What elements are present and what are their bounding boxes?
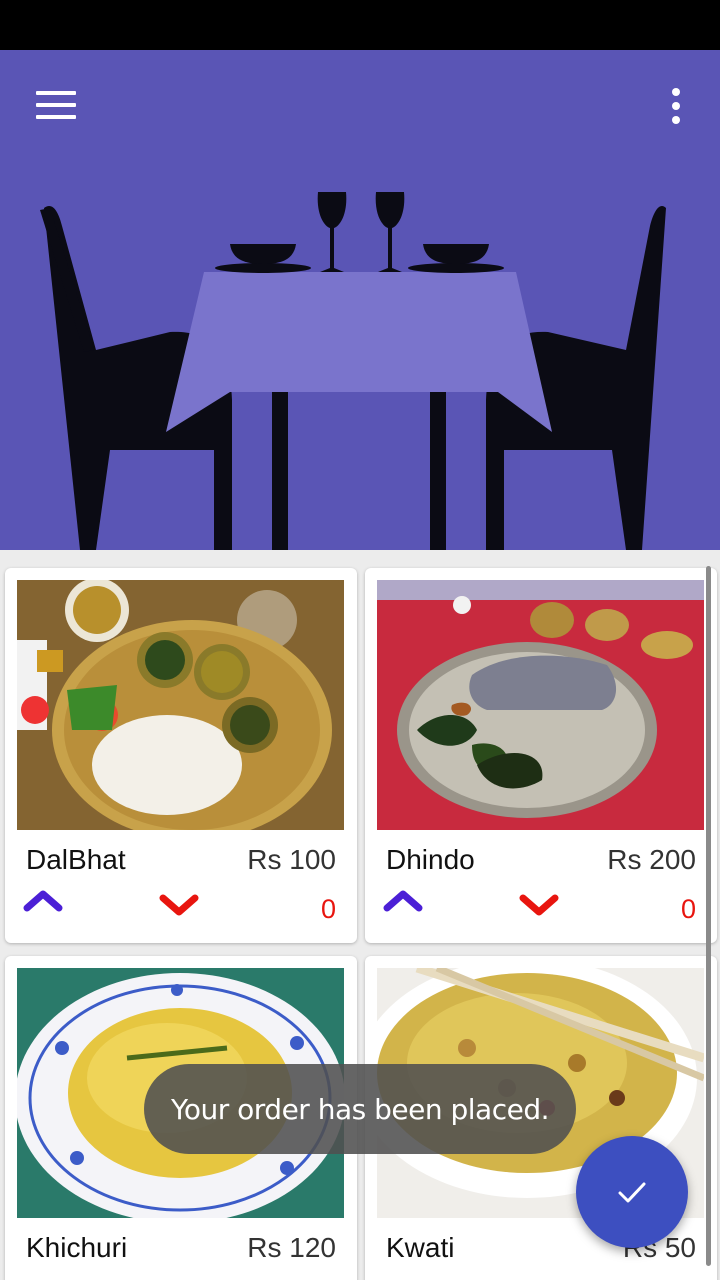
item-quantity: 0 (320, 894, 336, 924)
menu-card-dalbhat[interactable]: DalBhat Rs 100 0 (5, 568, 357, 943)
hamburger-menu-icon[interactable] (28, 80, 84, 130)
item-price: Rs 100 (247, 844, 336, 875)
menu-card-dhindo[interactable]: Dhindo Rs 200 0 (365, 568, 717, 943)
header-banner (0, 50, 720, 550)
item-name: Khichuri (26, 1232, 128, 1263)
scrollbar[interactable] (706, 566, 711, 1266)
place-order-fab[interactable] (576, 1136, 688, 1248)
status-bar (0, 0, 720, 50)
dhindo-photo (377, 580, 704, 830)
dalbhat-photo (17, 580, 344, 830)
increase-arrow-icon[interactable] (383, 886, 427, 922)
item-name: DalBhat (26, 844, 126, 875)
check-icon (618, 1182, 646, 1203)
more-vert-icon[interactable] (660, 84, 692, 128)
decrease-arrow-icon[interactable] (159, 890, 203, 926)
item-price: Rs 120 (247, 1232, 336, 1263)
increase-arrow-icon[interactable] (23, 886, 67, 922)
toast-message: Your order has been placed. (144, 1064, 576, 1154)
item-name: Kwati (386, 1232, 455, 1263)
dining-table-illustration (0, 50, 720, 550)
decrease-arrow-icon[interactable] (519, 890, 563, 926)
item-quantity: 0 (680, 894, 696, 924)
item-name: Dhindo (386, 844, 475, 875)
item-price: Rs 200 (607, 844, 696, 875)
